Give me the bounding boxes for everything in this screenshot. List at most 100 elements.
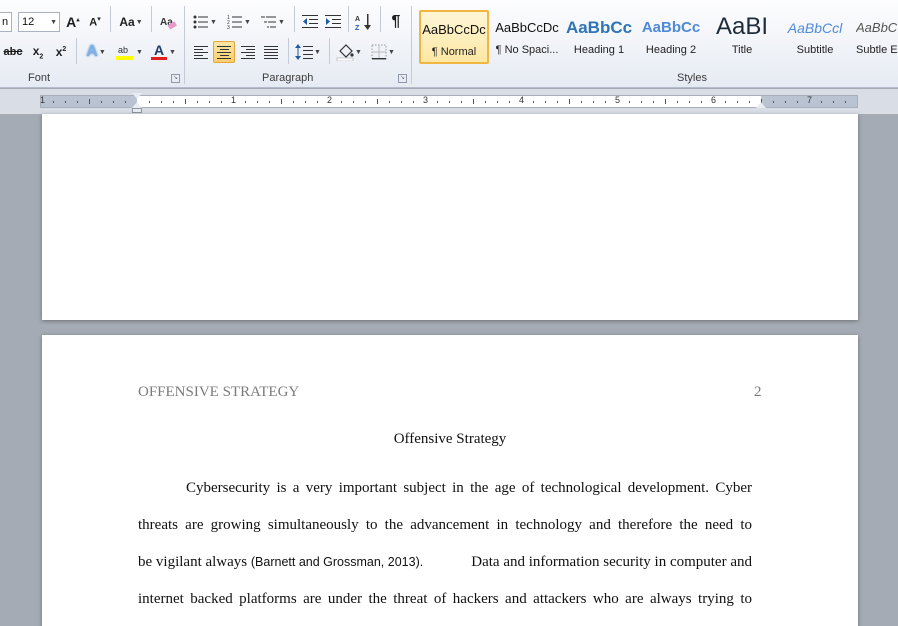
ruler-tick (545, 101, 546, 103)
paint-bucket-icon (336, 44, 354, 61)
align-center-icon (217, 45, 231, 59)
shrink-font-button[interactable]: A▾ (86, 11, 104, 33)
show-hide-marks-button[interactable]: ¶ (385, 11, 407, 33)
ruler-tick (257, 101, 258, 103)
align-center-button[interactable] (213, 41, 235, 63)
font-dialog-launcher-icon[interactable]: ↘ (171, 74, 180, 83)
ruler-tick (101, 101, 102, 103)
borders-icon (371, 44, 387, 60)
clear-formatting-button[interactable]: Aa (157, 11, 179, 33)
bullets-button[interactable]: ▼ (190, 11, 220, 33)
style-normal[interactable]: AaBbCcDc ¶ Normal (419, 10, 489, 64)
ruler-tick (197, 101, 198, 103)
ruler-tick (497, 101, 498, 103)
paragraph-dialog-launcher-icon[interactable]: ↘ (398, 74, 407, 83)
ruler-tick (113, 101, 114, 103)
style-subtle-emphasis[interactable]: AaBbC Subtle E (852, 10, 898, 64)
svg-text:Z: Z (355, 25, 360, 31)
multilevel-list-button[interactable]: ▼ (258, 11, 288, 33)
ruler-tick (845, 101, 846, 103)
chevron-down-icon: ▼ (98, 48, 106, 56)
bullet-list-icon (193, 15, 209, 29)
style-name: Title (731, 44, 753, 56)
text-effects-icon: A (86, 43, 98, 60)
body-line: threats are growing simultaneously to th… (138, 517, 752, 533)
ruler-tick (293, 101, 294, 103)
ruler-tick (353, 101, 354, 103)
align-right-button[interactable] (237, 41, 259, 63)
justify-button[interactable] (260, 41, 282, 63)
highlight-color-button[interactable]: ab ▼ (114, 41, 144, 63)
ruler-tick (797, 101, 798, 103)
running-header: OFFENSIVE STRATEGY (138, 384, 300, 400)
right-indent-marker[interactable] (756, 102, 766, 108)
divider (411, 6, 412, 84)
divider (294, 6, 295, 32)
divider (329, 38, 330, 64)
ruler-number: 1 (40, 95, 46, 105)
ruler-tick (413, 101, 414, 103)
text-effects-button[interactable]: A ▼ (82, 41, 110, 63)
divider (76, 38, 77, 64)
increase-indent-icon (325, 15, 341, 28)
style-heading-1[interactable]: AaBbCc Heading 1 (564, 10, 634, 64)
ruler-tick (677, 101, 678, 103)
ruler-number: 4 (519, 95, 525, 105)
increase-indent-button[interactable] (322, 11, 344, 33)
strikethrough-button[interactable]: abc (2, 41, 24, 63)
first-line-indent-marker[interactable] (132, 93, 142, 99)
subscript-button[interactable]: x2 (28, 41, 48, 63)
document-title: Offensive Strategy (393, 431, 507, 447)
page-1[interactable] (42, 114, 858, 320)
ruler-number: 6 (711, 95, 717, 105)
style-sample: AaBbCcl (787, 20, 843, 36)
ruler-tick (317, 101, 318, 103)
ruler-tick (533, 101, 534, 103)
multilevel-list-icon (261, 16, 277, 28)
ruler-number: 2 (327, 95, 333, 105)
grow-font-button[interactable]: A▴ (64, 11, 82, 33)
font-size-value: 12 (22, 16, 35, 28)
ruler-tick (173, 101, 174, 103)
numbered-list-icon: 1 2 3 (227, 15, 243, 29)
font-name-combo[interactable]: n (0, 12, 12, 32)
font-color-icon: A (151, 43, 168, 60)
svg-text:A: A (154, 43, 164, 58)
ruler-tick (53, 101, 54, 103)
justify-icon (264, 45, 278, 59)
body-line: be vigilant always (Barnett and Grossman… (138, 554, 752, 571)
body-text: be vigilant always (138, 554, 248, 570)
numbering-button[interactable]: 1 2 3 ▼ (224, 11, 254, 33)
align-left-button[interactable] (190, 41, 212, 63)
sort-button[interactable]: A Z (353, 11, 375, 33)
line-spacing-button[interactable]: ▼ (293, 41, 323, 63)
font-size-combo[interactable]: 12 ▼ (18, 12, 60, 32)
styles-group-label: Styles (677, 72, 707, 84)
superscript-button[interactable]: x2 (51, 41, 71, 63)
style-title[interactable]: AaBI Title (707, 10, 777, 64)
style-sample: AaBbCc (641, 19, 701, 36)
divider (288, 38, 289, 64)
shrink-font-icon: A▾ (89, 16, 101, 29)
style-no-spacing[interactable]: AaBbCcDc ¶ No Spaci... (492, 10, 562, 64)
change-case-button[interactable]: Aa ▼ (116, 11, 146, 33)
ruler-tick (401, 101, 402, 103)
horizontal-ruler[interactable]: 1 1 2 3 4 5 6 7 (40, 95, 858, 108)
body-text: Data and information security in compute… (471, 554, 752, 570)
ruler-tick (365, 101, 366, 103)
style-name: Subtitle (796, 44, 834, 56)
ruler-tick (557, 101, 558, 103)
left-indent-marker[interactable] (132, 108, 142, 113)
page-2[interactable]: OFFENSIVE STRATEGY 2 Offensive Strategy … (42, 335, 858, 626)
shading-button[interactable]: ▼ (334, 41, 364, 63)
style-subtitle[interactable]: AaBbCcl Subtitle (780, 10, 850, 64)
font-group-label: Font (28, 72, 51, 84)
style-heading-2[interactable]: AaBbCc Heading 2 (636, 10, 706, 64)
ruler-tick (437, 101, 438, 103)
chevron-down-icon: ▼ (314, 48, 321, 56)
decrease-indent-button[interactable] (299, 11, 321, 33)
borders-button[interactable]: ▼ (368, 41, 398, 63)
style-sample: AaBbCcDc (422, 22, 486, 37)
ruler-tick (785, 101, 786, 103)
font-color-button[interactable]: A ▼ (148, 41, 178, 63)
